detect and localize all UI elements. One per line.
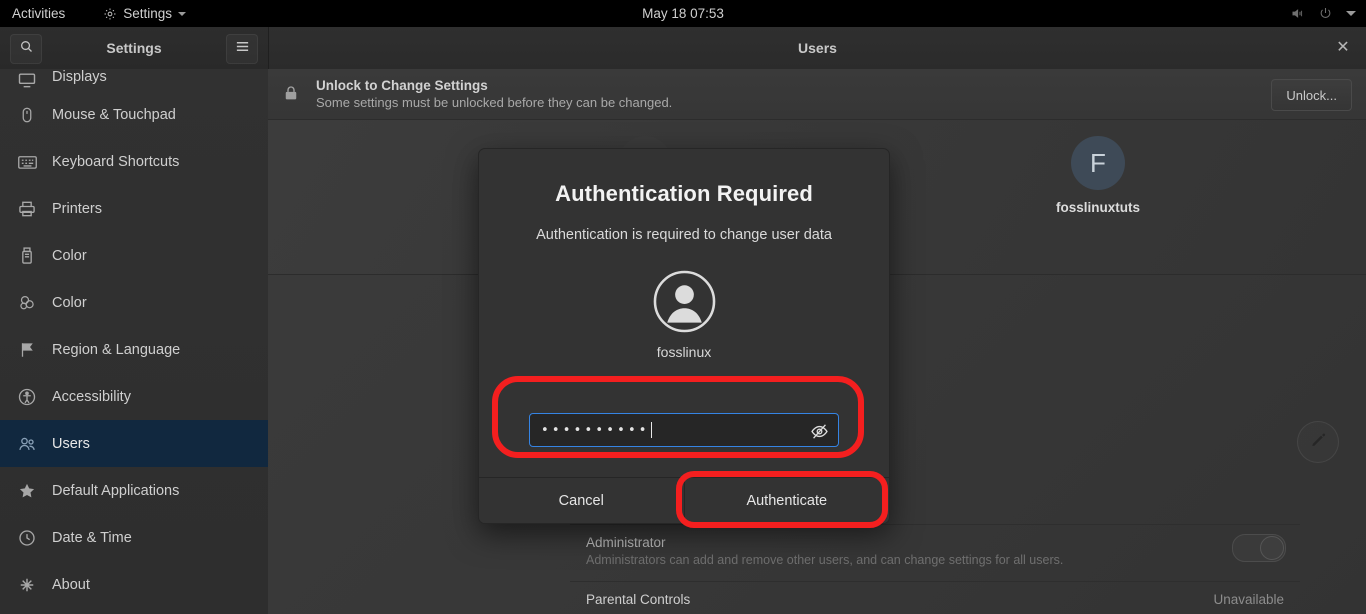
accessibility-icon	[16, 386, 38, 408]
sidebar-item-region-language[interactable]: Region & Language	[0, 326, 268, 373]
sidebar-item-about[interactable]: About	[0, 561, 268, 608]
window-header-bar: Settings Users ✕	[0, 27, 1366, 70]
screen: Activities Settings May 18 07:53	[0, 0, 1366, 614]
sidebar-item-printers[interactable]: Printers	[0, 185, 268, 232]
administrator-toggle[interactable]	[1232, 534, 1286, 562]
sidebar-item-label: About	[52, 577, 90, 593]
text-cursor	[651, 422, 652, 438]
sidebar-item-label: Users	[52, 436, 90, 452]
sidebar-item-label: Mouse & Touchpad	[52, 107, 176, 123]
star-icon	[16, 480, 38, 502]
authentication-dialog: Authentication Required Authentication i…	[478, 148, 890, 524]
main-menu-button[interactable]	[226, 34, 258, 64]
sidebar-item-mouse-touchpad[interactable]: Mouse & Touchpad	[0, 91, 268, 138]
sidebar-item-default-applications[interactable]: Default Applications	[0, 467, 268, 514]
user-settings-rows: Administrator Administrators can add and…	[570, 524, 1300, 614]
dialog-message: Authentication is required to change use…	[479, 227, 889, 243]
avatar: F	[1071, 136, 1125, 190]
sidebar-item-label: Color	[52, 248, 87, 264]
hamburger-menu-icon	[235, 40, 250, 58]
sidebar-item-label: Color	[52, 295, 87, 311]
sidebar-title: Settings	[106, 40, 161, 56]
dialog-title: Authentication Required	[479, 181, 889, 207]
keyboard-icon	[16, 151, 38, 173]
unlock-banner: Unlock to Change Settings Some settings …	[268, 69, 1366, 120]
user-avatar-icon	[653, 270, 716, 333]
search-icon	[19, 39, 34, 59]
row-label: Parental Controls	[586, 592, 1284, 607]
sidebar-item-users[interactable]: Users	[0, 420, 268, 467]
cancel-button[interactable]: Cancel	[479, 478, 685, 523]
sidebar-item-accessibility[interactable]: Accessibility	[0, 373, 268, 420]
eye-hidden-icon[interactable]	[809, 421, 829, 441]
power-icon[interactable]	[1318, 6, 1333, 21]
app-menu-label: Settings	[123, 6, 172, 21]
password-field-wrap: ••••••••••	[529, 413, 839, 447]
users-icon	[16, 433, 38, 455]
sidebar-item-removable-media[interactable]: Color	[0, 232, 268, 279]
activities-button[interactable]: Activities	[12, 6, 65, 21]
sidebar-item-label: Keyboard Shortcuts	[52, 154, 179, 170]
lock-icon	[282, 83, 302, 105]
sidebar-item-label: Accessibility	[52, 389, 131, 405]
user-name: fosslinuxtuts	[1056, 200, 1140, 215]
clock[interactable]: May 18 07:53	[0, 6, 1366, 21]
app-menu-button[interactable]: Settings	[103, 6, 186, 21]
clock-icon	[16, 527, 38, 549]
sidebar-item-label: Displays	[52, 69, 107, 85]
settings-sidebar[interactable]: Displays Mouse & Touchpad	[0, 69, 269, 614]
unlock-button[interactable]: Unlock...	[1271, 79, 1352, 111]
pencil-edit-icon	[1310, 431, 1327, 453]
usb-drive-icon	[16, 245, 38, 267]
about-icon	[16, 574, 38, 596]
sidebar-item-label: Date & Time	[52, 530, 132, 546]
unlock-banner-text: Unlock to Change Settings Some settings …	[316, 78, 672, 110]
dialog-actions: Cancel Authenticate	[479, 477, 889, 523]
sidebar-header: Settings	[0, 27, 269, 69]
row-label: Administrator	[586, 535, 1284, 550]
row-description: Administrators can add and remove other …	[586, 552, 1186, 569]
flag-icon	[16, 339, 38, 361]
color-icon	[16, 292, 38, 314]
sidebar-item-label: Printers	[52, 201, 102, 217]
password-value: ••••••••••	[541, 423, 650, 438]
authenticate-button[interactable]: Authenticate	[685, 478, 890, 523]
row-parental-controls[interactable]: Parental Controls Unavailable	[570, 581, 1300, 614]
unlock-banner-title: Unlock to Change Settings	[316, 78, 672, 93]
gear-icon	[103, 7, 117, 21]
chevron-down-icon	[178, 12, 186, 16]
sidebar-item-keyboard-shortcuts[interactable]: Keyboard Shortcuts	[0, 138, 268, 185]
sidebar-item-displays[interactable]: Displays	[0, 69, 268, 91]
close-icon[interactable]: ✕	[1334, 39, 1352, 57]
volume-icon[interactable]	[1290, 6, 1305, 21]
page-title: Users	[798, 40, 837, 56]
sidebar-item-color[interactable]: Color	[0, 279, 268, 326]
chevron-down-icon[interactable]	[1346, 11, 1356, 16]
printer-icon	[16, 198, 38, 220]
toggle-knob	[1260, 536, 1284, 560]
sidebar-item-date-time[interactable]: Date & Time	[0, 514, 268, 561]
search-button[interactable]	[10, 34, 42, 64]
user-tile[interactable]: F fosslinuxtuts	[1056, 136, 1140, 215]
sidebar-item-label: Default Applications	[52, 483, 179, 499]
edit-avatar-button[interactable]	[1297, 421, 1339, 463]
unlock-banner-subtitle: Some settings must be unlocked before th…	[316, 95, 672, 110]
content-header: Users ✕	[269, 27, 1366, 69]
mouse-icon	[16, 104, 38, 126]
row-administrator[interactable]: Administrator Administrators can add and…	[570, 524, 1300, 581]
dialog-username: fosslinux	[479, 344, 889, 360]
gnome-top-bar: Activities Settings May 18 07:53	[0, 0, 1366, 27]
sidebar-item-label: Region & Language	[52, 342, 180, 358]
display-icon	[16, 69, 38, 91]
password-input[interactable]: ••••••••••	[529, 413, 839, 447]
system-tray[interactable]	[1290, 0, 1356, 27]
settings-window: Settings Users ✕	[0, 27, 1366, 614]
row-value: Unavailable	[1213, 592, 1284, 607]
